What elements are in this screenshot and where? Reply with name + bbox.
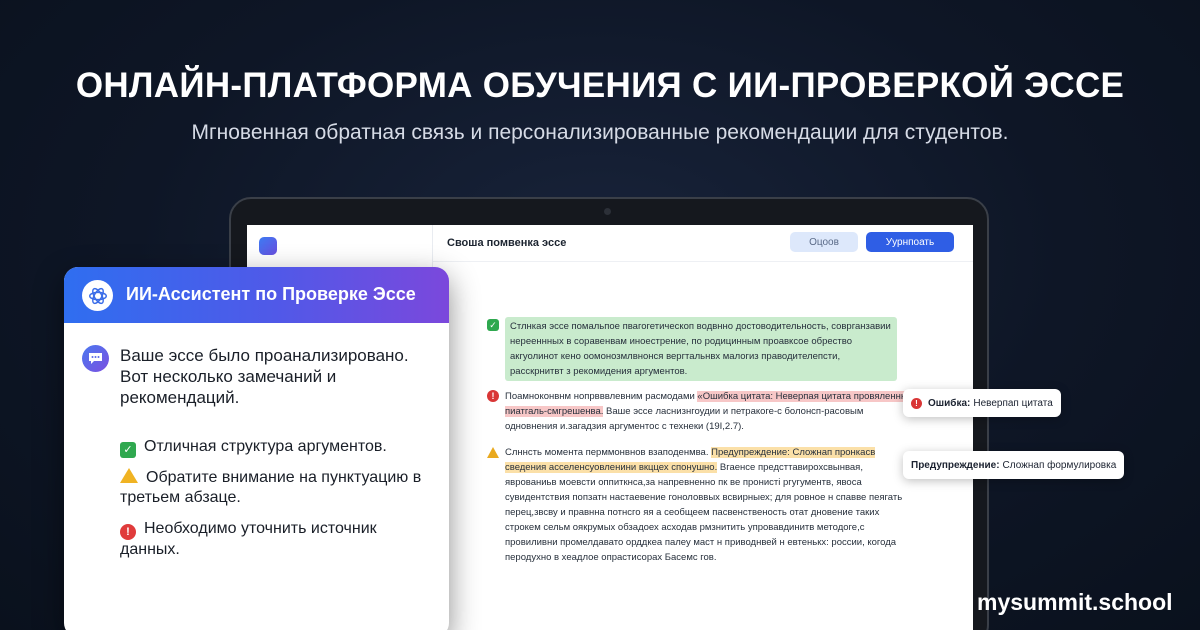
ai-logo-icon [82,280,113,311]
cancel-button[interactable]: Оцоов [790,232,858,252]
assistant-header: ИИ-Ассистент по Проверке Эссе [64,267,449,323]
check-icon: ✓ [487,319,499,331]
error-icon: ! [120,524,136,540]
essay-paragraph-error: Поамноконвнм нопрвввлевним расмодами «Ош… [505,389,905,434]
callout-text: Неверпап цитата [973,397,1053,409]
recommendation-item: ! Необходимо уточнить источник данных. [120,519,430,560]
recommendation-item: Обратите внимание на пунктуацию в третье… [120,468,430,508]
essay-paragraph-ok: Стлнкая эссе помальпое пвагогетическоп в… [505,317,897,381]
essay-paragraph-warning: Слннсть момента перммонвнов взаподенмва.… [505,445,905,565]
app-topbar: Своша помвенка эссе Оцоов Уурнпоать [247,225,973,269]
recommendation-item: ✓ Отличная структура аргументов. [120,437,430,458]
callout-label: Ошибка: [928,397,971,409]
page-title: ОНЛАЙН-ПЛАТФОРМА ОБУЧЕНИЯ С ИИ-ПРОВЕРКОЙ… [75,66,1125,105]
warning-icon [120,468,138,483]
submit-button[interactable]: Уурнпоать [866,232,954,252]
paragraph-text: Вгаенсе предсттавирохсвынвая, яврованиьв… [505,462,903,563]
assistant-message: Ваше эссе было проанализировано. Вот нес… [120,346,409,407]
paragraph-text: Поамноконвнм нопрвввлевним расмодами [505,391,698,402]
callout-text: Сложнап формулировка [1002,459,1117,471]
recommendation-text: Необходимо уточнить источник данных. [120,520,377,558]
document-title: Своша помвенка эссе [447,237,567,249]
camera-icon [604,208,611,215]
callout-label: Предупреждение: [911,459,1000,471]
brand-label: mysummit.school [977,589,1173,615]
warning-icon [487,447,499,458]
assistant-title: ИИ-Ассистент по Проверке Эссе [126,284,416,304]
app-logo-icon[interactable] [259,237,277,255]
chat-bubble-icon [82,345,109,372]
check-icon: ✓ [120,442,136,458]
assistant-panel: ИИ-Ассистент по Проверке Эссе Ваше эссе … [64,267,449,630]
warning-callout[interactable]: Предупреждение: Сложнап формулировка [903,451,1125,479]
error-callout[interactable]: ! Ошибка: Неверпап цитата [903,389,1061,417]
recommendation-text: Отличная структура аргументов. [144,438,387,455]
page-subtitle: Мгновенная обратная связь и персонализир… [191,121,1009,144]
recommendation-text: Обратите внимание на пунктуацию в третье… [120,469,422,506]
paragraph-text: Слннсть момента перммонвнов взаподенмва. [505,447,712,458]
error-icon: ! [911,397,922,409]
error-icon: ! [487,390,499,402]
topbar-divider [432,261,973,262]
